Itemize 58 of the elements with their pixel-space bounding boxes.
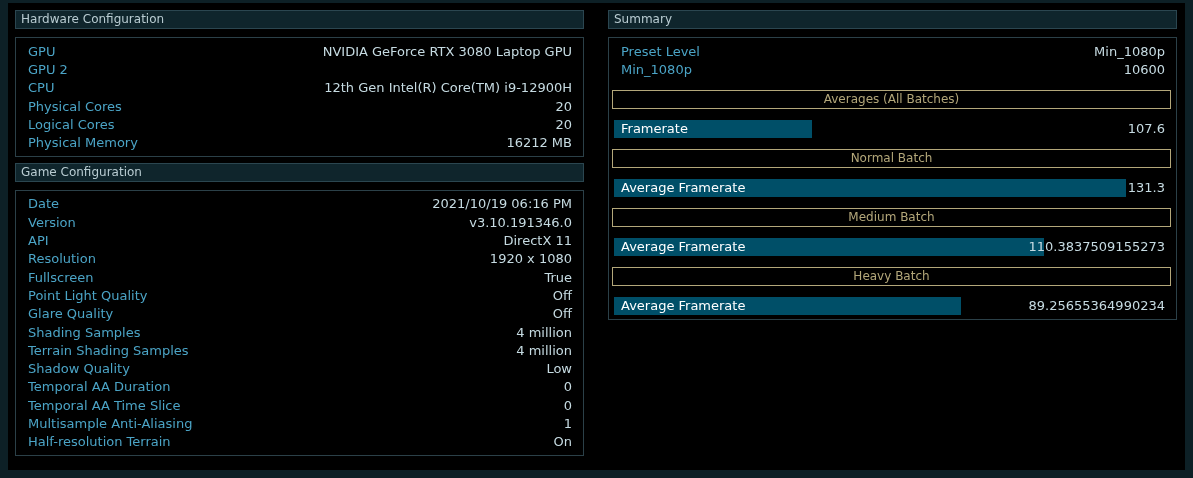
setting-label: Min_1080p [621, 61, 692, 77]
bar-value: 110.3837509155273 [1028, 239, 1165, 255]
bar-value: 107.6 [1127, 121, 1165, 137]
batch-heading: Averages (All Batches) [612, 89, 1171, 109]
section-header: Game Configuration [15, 162, 584, 182]
setting-value: 0 [563, 379, 572, 395]
setting-label: Temporal AA Duration [28, 379, 171, 395]
bar-label: Average Framerate [620, 298, 746, 314]
setting-value: 20 [555, 116, 572, 132]
setting-label: Logical Cores [28, 116, 115, 132]
bar-value: 131.3 [1127, 180, 1165, 196]
setting-value: 2021/10/19 06:16 PM [432, 196, 572, 212]
setting-label: API [28, 233, 49, 248]
setting-label: Fullscreen [28, 269, 94, 285]
setting-value: On [553, 434, 572, 450]
bar-label: Average Framerate [620, 180, 746, 196]
setting-value: 20 [555, 98, 572, 114]
bar-label: Framerate [620, 121, 688, 137]
bar-label: Average Framerate [620, 239, 746, 255]
setting-value: True [544, 269, 572, 285]
setting-value: 1920 x 1080 [489, 251, 572, 267]
setting-value: 0 [563, 397, 572, 413]
section-header: Summary [608, 10, 1177, 29]
setting-label: Shading Samples [28, 324, 141, 340]
bar-value: 89.25655364990234 [1028, 298, 1165, 314]
setting-label: Multisample Anti-Aliasing [28, 416, 193, 431]
setting-value: 4 million [516, 342, 572, 358]
setting-value: Off [552, 287, 572, 303]
setting-value: 4 million [516, 324, 572, 340]
setting-value: 16212 MB [506, 135, 572, 151]
setting-label: Half-resolution Terrain [28, 434, 171, 450]
setting-label: Glare Quality [28, 306, 114, 322]
setting-value: v3.10.191346.0 [469, 214, 572, 230]
setting-label: CPU [28, 80, 55, 96]
setting-label: Version [28, 214, 76, 230]
setting-label: GPU 2 [28, 61, 68, 77]
setting-label: Terrain Shading Samples [28, 342, 189, 358]
setting-value: Low [546, 361, 572, 377]
setting-label: Preset Level [621, 43, 700, 59]
setting-label: Resolution [28, 251, 96, 267]
setting-label: Point Light Quality [28, 287, 148, 303]
setting-label: Date [28, 196, 60, 212]
setting-label: Temporal AA Time Slice [28, 397, 181, 413]
setting-value: NVIDIA GeForce RTX 3080 Laptop GPU [322, 43, 572, 59]
setting-label: Physical Cores [28, 98, 122, 114]
setting-value: Off [552, 306, 572, 322]
batch-heading: Normal Batch [612, 148, 1171, 168]
setting-value: 12th Gen Intel(R) Core(TM) i9-12900H [324, 80, 572, 96]
setting-label: Shadow Quality [28, 361, 130, 377]
setting-label: Physical Memory [28, 135, 138, 151]
setting-value: DirectX 11 [503, 233, 572, 248]
section-header: Hardware Configuration [15, 10, 584, 29]
setting-label: GPU [28, 43, 56, 59]
batch-heading: Heavy Batch [612, 266, 1171, 286]
setting-value: 1 [563, 416, 572, 431]
setting-value: 10600 [1123, 61, 1165, 77]
setting-value: Min_1080p [1094, 43, 1165, 59]
batch-heading: Medium Batch [612, 207, 1171, 227]
